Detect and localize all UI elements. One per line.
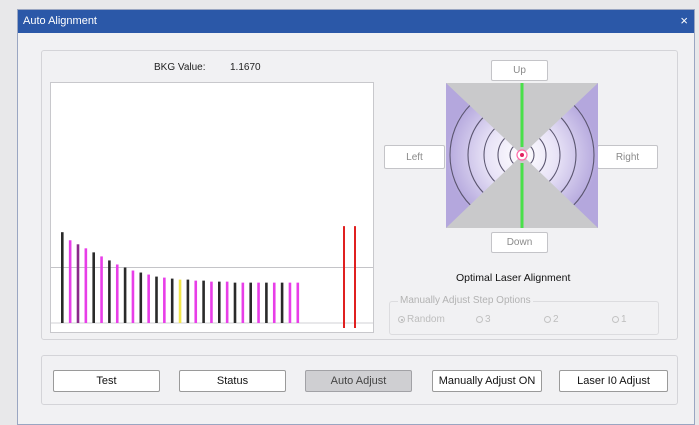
threshold-marker (343, 226, 345, 328)
signal-bar (265, 282, 268, 323)
signal-bar (139, 272, 143, 323)
signal-bar (147, 274, 150, 323)
signal-bar (257, 282, 260, 323)
signal-bar (68, 240, 72, 323)
signal-bar (123, 267, 127, 323)
right-button[interactable]: Right (597, 145, 658, 169)
signal-bar (61, 232, 64, 323)
signal-bar (76, 244, 80, 323)
step-option-1[interactable]: 1 (612, 314, 627, 325)
signal-bar (186, 279, 190, 323)
signal-bar (249, 282, 252, 323)
up-button[interactable]: Up (491, 60, 548, 81)
signal-bar (272, 282, 276, 323)
signal-bar (202, 280, 205, 323)
down-button[interactable]: Down (491, 232, 548, 253)
step-option-3[interactable]: 3 (476, 314, 491, 325)
bkg-label: BKG Value: (154, 62, 206, 73)
step-option-label: Random (407, 314, 445, 325)
step-option-label: 1 (621, 314, 627, 325)
alignment-group: BKG Value: 1.1670 Up Down Left Right Opt… (41, 50, 678, 340)
signal-bar (84, 248, 88, 323)
left-button[interactable]: Left (384, 145, 445, 169)
signal-bar (233, 282, 237, 323)
signal-bar (296, 282, 300, 323)
step-options-group: Manually Adjust Step Options Random 3 2 … (389, 295, 659, 335)
signal-bar (194, 280, 198, 323)
signal-bar (131, 270, 135, 323)
signal-bar (108, 260, 111, 323)
status-button[interactable]: Status (179, 370, 286, 392)
signal-bar (100, 256, 103, 323)
radio-icon (544, 316, 551, 323)
radio-icon (476, 316, 483, 323)
signal-bar (241, 282, 245, 323)
auto-alignment-window: Auto Alignment × BKG Value: 1.1670 Up Do… (17, 9, 695, 425)
step-options-legend: Manually Adjust Step Options (398, 295, 533, 306)
laser-i0-adjust-button[interactable]: Laser I0 Adjust (559, 370, 668, 392)
step-option-2[interactable]: 2 (544, 314, 559, 325)
window-title: Auto Alignment (23, 15, 97, 27)
step-option-random[interactable]: Random (398, 314, 445, 325)
laser-spot-center (520, 153, 524, 157)
signal-bar (115, 264, 119, 323)
signal-bar (210, 281, 213, 323)
step-option-label: 2 (553, 314, 559, 325)
signal-plot (50, 82, 374, 333)
signal-bar (178, 279, 182, 323)
close-icon[interactable]: × (680, 13, 688, 28)
step-option-label: 3 (485, 314, 491, 325)
signal-bar (163, 277, 166, 323)
signal-bar (155, 276, 158, 323)
auto-adjust-button[interactable]: Auto Adjust (305, 370, 412, 392)
signal-bar (288, 282, 292, 323)
test-button[interactable]: Test (53, 370, 160, 392)
bkg-value: 1.1670 (230, 62, 261, 73)
signal-bar (218, 281, 221, 323)
manual-adjust-button[interactable]: Manually Adjust ON (432, 370, 542, 392)
signal-bar (170, 278, 174, 323)
signal-bar (280, 282, 284, 323)
optimal-alignment-label: Optimal Laser Alignment (456, 272, 571, 284)
threshold-marker (354, 226, 356, 328)
title-bar[interactable]: Auto Alignment × (18, 10, 694, 33)
action-button-group: Test Status Auto Adjust Manually Adjust … (41, 355, 678, 405)
laser-alignment-target (446, 83, 598, 228)
signal-bar (92, 252, 95, 323)
signal-bar (225, 281, 229, 323)
signal-chart (51, 226, 373, 328)
radio-icon (612, 316, 619, 323)
radio-selected-icon (398, 316, 405, 323)
